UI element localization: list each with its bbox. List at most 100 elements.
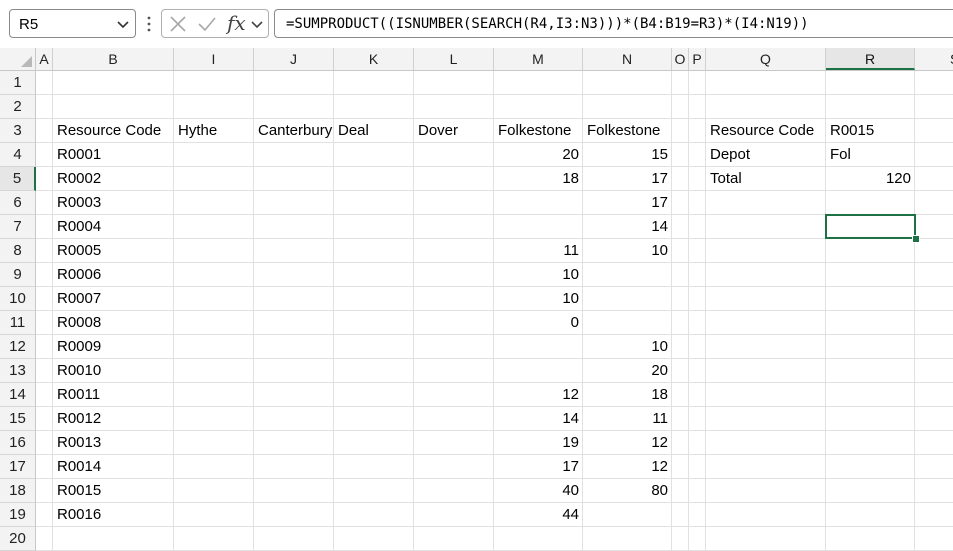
column-header-r[interactable]: R bbox=[826, 48, 915, 70]
column-header-row: A B I J K L M N O P Q R S bbox=[0, 48, 953, 71]
insert-function-icon[interactable]: fx bbox=[227, 11, 246, 35]
select-all-triangle bbox=[21, 56, 32, 67]
column-header-q[interactable]: Q bbox=[706, 48, 826, 70]
cell-n17[interactable]: 12 bbox=[583, 455, 672, 479]
column-header-l[interactable]: L bbox=[414, 48, 494, 70]
formula-input[interactable]: =SUMPRODUCT((ISNUMBER(SEARCH(R4,I3:N3)))… bbox=[274, 9, 953, 38]
cell-n18[interactable]: 80 bbox=[583, 479, 672, 503]
row-header-11[interactable]: 11 bbox=[0, 311, 36, 335]
row-header-8[interactable]: 8 bbox=[0, 239, 36, 263]
formula-controls: fx bbox=[161, 9, 269, 38]
cell-n3[interactable]: Folkestone bbox=[583, 119, 672, 143]
row-header-10[interactable]: 10 bbox=[0, 287, 36, 311]
cell-m14[interactable]: 12 bbox=[494, 383, 583, 407]
cell-b4[interactable]: R0001 bbox=[53, 143, 174, 167]
cell-b14[interactable]: R0011 bbox=[53, 383, 174, 407]
cell-b19[interactable]: R0016 bbox=[53, 503, 174, 527]
row-header-7[interactable]: 7 bbox=[0, 215, 36, 239]
column-header-n[interactable]: N bbox=[583, 48, 672, 70]
row-header-17[interactable]: 17 bbox=[0, 455, 36, 479]
column-header-p[interactable]: P bbox=[689, 48, 706, 70]
row-header-13[interactable]: 13 bbox=[0, 359, 36, 383]
cancel-icon[interactable] bbox=[169, 15, 187, 33]
cell-m18[interactable]: 40 bbox=[494, 479, 583, 503]
cell-m17[interactable]: 17 bbox=[494, 455, 583, 479]
cell-l3[interactable]: Dover bbox=[414, 119, 494, 143]
cell-b3[interactable]: Resource Code bbox=[53, 119, 174, 143]
cell-m19[interactable]: 44 bbox=[494, 503, 583, 527]
cell-b6[interactable]: R0003 bbox=[53, 191, 174, 215]
cell-m16[interactable]: 19 bbox=[494, 431, 583, 455]
fill-handle[interactable] bbox=[912, 235, 920, 243]
chevron-down-icon[interactable] bbox=[115, 14, 131, 34]
column-header-b[interactable]: B bbox=[53, 48, 174, 70]
cell-k3[interactable]: Deal bbox=[334, 119, 414, 143]
cell-n5[interactable]: 17 bbox=[583, 167, 672, 191]
cell-m4[interactable]: 20 bbox=[494, 143, 583, 167]
row-header-1[interactable]: 1 bbox=[0, 71, 36, 95]
cell-j3[interactable]: Canterbury bbox=[254, 119, 334, 143]
row-header-4[interactable]: 4 bbox=[0, 143, 36, 167]
cell-n13[interactable]: 20 bbox=[583, 359, 672, 383]
name-box[interactable]: R5 bbox=[9, 9, 136, 38]
cell-b15[interactable]: R0012 bbox=[53, 407, 174, 431]
cell-r3[interactable]: R0015 bbox=[826, 119, 915, 143]
row-header-6[interactable]: 6 bbox=[0, 191, 36, 215]
cell-b7[interactable]: R0004 bbox=[53, 215, 174, 239]
column-header-a[interactable]: A bbox=[36, 48, 53, 70]
cell-r5[interactable]: 120 bbox=[826, 167, 915, 191]
cell-b17[interactable]: R0014 bbox=[53, 455, 174, 479]
cell-n4[interactable]: 15 bbox=[583, 143, 672, 167]
cell-m10[interactable]: 10 bbox=[494, 287, 583, 311]
cell-n15[interactable]: 11 bbox=[583, 407, 672, 431]
row-header-12[interactable]: 12 bbox=[0, 335, 36, 359]
cell-m11[interactable]: 0 bbox=[494, 311, 583, 335]
cell-n8[interactable]: 10 bbox=[583, 239, 672, 263]
row-header-20[interactable]: 20 bbox=[0, 527, 36, 551]
select-all-button[interactable] bbox=[0, 48, 36, 70]
cell-n6[interactable]: 17 bbox=[583, 191, 672, 215]
enter-check-icon[interactable] bbox=[197, 15, 217, 33]
row-header-16[interactable]: 16 bbox=[0, 431, 36, 455]
cell-m3[interactable]: Folkestone bbox=[494, 119, 583, 143]
cell-q4[interactable]: Depot bbox=[706, 143, 826, 167]
cell-n14[interactable]: 18 bbox=[583, 383, 672, 407]
column-header-j[interactable]: J bbox=[254, 48, 334, 70]
cell-q5[interactable]: Total bbox=[706, 167, 826, 191]
row-header-15[interactable]: 15 bbox=[0, 407, 36, 431]
cell-n16[interactable]: 12 bbox=[583, 431, 672, 455]
cell-b16[interactable]: R0013 bbox=[53, 431, 174, 455]
row-header-14[interactable]: 14 bbox=[0, 383, 36, 407]
cell-b10[interactable]: R0007 bbox=[53, 287, 174, 311]
cell-b18[interactable]: R0015 bbox=[53, 479, 174, 503]
column-header-k[interactable]: K bbox=[334, 48, 414, 70]
chevron-down-icon[interactable] bbox=[250, 14, 264, 34]
cell-q3[interactable]: Resource Code bbox=[706, 119, 826, 143]
row-header-5[interactable]: 5 bbox=[0, 167, 36, 191]
row-header-9[interactable]: 9 bbox=[0, 263, 36, 287]
cell-b9[interactable]: R0006 bbox=[53, 263, 174, 287]
row-header-3[interactable]: 3 bbox=[0, 119, 36, 143]
cell-n12[interactable]: 10 bbox=[583, 335, 672, 359]
cell-i3[interactable]: Hythe bbox=[174, 119, 254, 143]
column-header-o[interactable]: O bbox=[672, 48, 689, 70]
cell-b13[interactable]: R0010 bbox=[53, 359, 174, 383]
cell-m8[interactable]: 11 bbox=[494, 239, 583, 263]
cell-m15[interactable]: 14 bbox=[494, 407, 583, 431]
cell-r4[interactable]: Fol bbox=[826, 143, 915, 167]
cell-m9[interactable]: 10 bbox=[494, 263, 583, 287]
cell-m5[interactable]: 18 bbox=[494, 167, 583, 191]
row-header-2[interactable]: 2 bbox=[0, 95, 36, 119]
column-header-i[interactable]: I bbox=[174, 48, 254, 70]
column-header-m[interactable]: M bbox=[494, 48, 583, 70]
row-header-18[interactable]: 18 bbox=[0, 479, 36, 503]
row-header-19[interactable]: 19 bbox=[0, 503, 36, 527]
name-box-value: R5 bbox=[19, 16, 39, 33]
cell-b12[interactable]: R0009 bbox=[53, 335, 174, 359]
more-options-icon[interactable] bbox=[145, 13, 153, 35]
column-header-s[interactable]: S bbox=[915, 48, 953, 70]
cell-n7[interactable]: 14 bbox=[583, 215, 672, 239]
cell-b5[interactable]: R0002 bbox=[53, 167, 174, 191]
cell-b11[interactable]: R0008 bbox=[53, 311, 174, 335]
cell-b8[interactable]: R0005 bbox=[53, 239, 174, 263]
